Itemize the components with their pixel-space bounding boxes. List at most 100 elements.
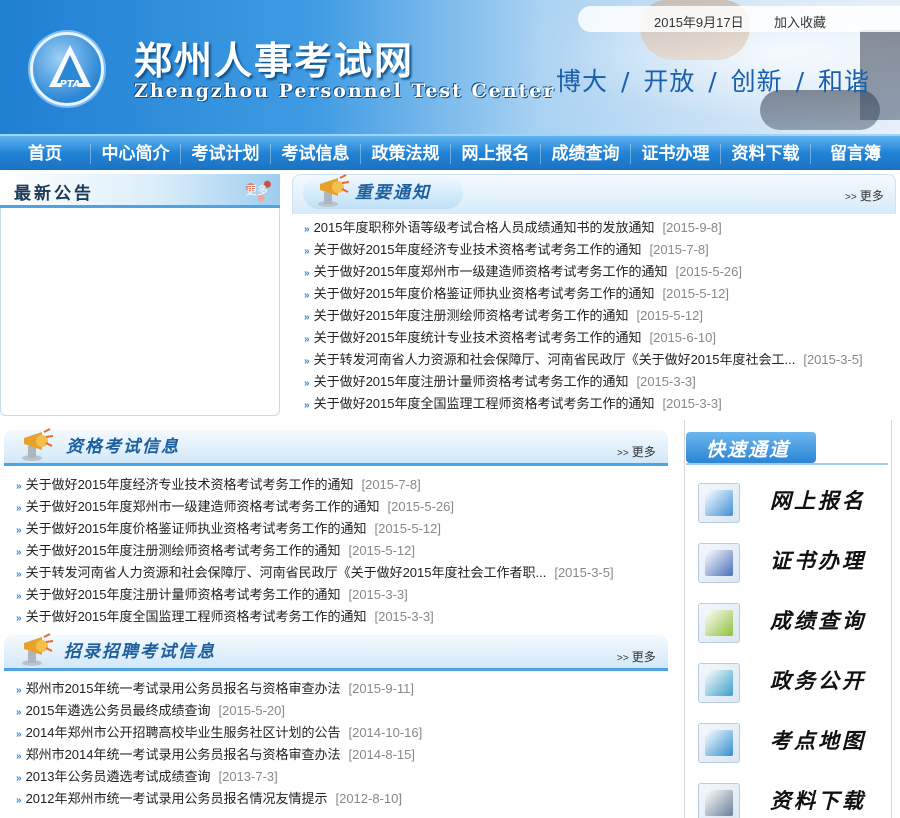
quick-channel-label: 政务公开: [770, 669, 866, 693]
quick-channel-title: 快速通道: [706, 440, 791, 461]
news-link[interactable]: 关于转发河南省人力资源和社会保障厅、河南省民政厅《关于做好2015年度社会工..…: [314, 352, 796, 367]
news-link[interactable]: 2015年遴选公务员最终成绩查询: [26, 703, 211, 718]
list-item: » 郑州市2015年统一考试录用公务员报名与资格审查办法 [2015-9-11]: [16, 678, 422, 700]
news-date: [2014-8-15]: [348, 747, 415, 762]
quick-channel-item[interactable]: 政务公开: [698, 661, 884, 705]
recruitment-more-link[interactable]: >> 更多: [617, 648, 656, 665]
double-chevron-icon: »: [16, 613, 22, 624]
list-item: » 2015年度职称外语等级考试合格人员成绩通知书的发放通知 [2015-9-8]: [304, 217, 863, 239]
nav-item[interactable]: 资料下载: [721, 136, 810, 172]
list-item: » 关于做好2015年度注册计量师资格考试考务工作的通知 [2015-3-3]: [16, 584, 614, 606]
double-chevron-icon: »: [16, 773, 22, 784]
notice-more-link[interactable]: >> 更多: [845, 187, 884, 204]
news-link[interactable]: 关于做好2015年度注册测绘师资格考试考务工作的通知: [26, 543, 341, 558]
double-chevron-icon: »: [304, 356, 310, 367]
news-link[interactable]: 关于做好2015年度全国监理工程师资格考试考务工作的通知: [26, 609, 367, 624]
list-item: » 关于做好2015年度注册测绘师资格考试考务工作的通知 [2015-5-12]: [304, 305, 863, 327]
announcement-title: 最新公告: [14, 184, 94, 203]
news-link[interactable]: 关于做好2015年度经济专业技术资格考试考务工作的通知: [314, 242, 642, 257]
quick-channel-label: 成绩查询: [770, 609, 866, 633]
news-link[interactable]: 关于做好2015年度注册计量师资格考试考务工作的通知: [26, 587, 341, 602]
news-date: [2015-3-5]: [554, 565, 614, 580]
notice-title: 重要通知: [355, 183, 431, 202]
double-chevron-icon: »: [16, 503, 22, 514]
news-date: [2012-8-10]: [335, 791, 402, 806]
news-link[interactable]: 2012年郑州市统一考试录用公务员报名情况友情提示: [26, 791, 328, 806]
double-chevron-icon: »: [304, 334, 310, 345]
quick-channel-item[interactable]: 资料下载: [698, 781, 884, 818]
quick-channel-item[interactable]: 成绩查询: [698, 601, 884, 645]
quick-channel-label: 资料下载: [770, 789, 866, 813]
quick-channel-item[interactable]: 证书办理: [698, 541, 884, 585]
list-item: » 关于做好2015年度注册测绘师资格考试考务工作的通知 [2015-5-12]: [16, 540, 614, 562]
nav-item[interactable]: 首页: [0, 136, 90, 172]
news-date: [2015-5-26]: [387, 499, 454, 514]
news-link[interactable]: 关于做好2015年度郑州市一级建造师资格考试考务工作的通知: [26, 499, 380, 514]
nav-item[interactable]: 中心简介: [91, 136, 180, 172]
download-icon: [698, 783, 740, 818]
list-item: » 关于做好2015年度全国监理工程师资格考试考务工作的通知 [2015-3-3]: [304, 393, 863, 415]
double-chevron-icon: »: [16, 729, 22, 740]
megaphone-icon: [22, 428, 54, 461]
quick-channel-item[interactable]: 考点地图: [698, 721, 884, 765]
quick-channel-label: 考点地图: [770, 729, 866, 753]
qualification-more-link[interactable]: >> 更多: [617, 443, 656, 460]
list-item: » 关于做好2015年度经济专业技术资格考试考务工作的通知 [2015-7-8]: [304, 239, 863, 261]
double-chevron-icon: »: [16, 525, 22, 536]
quick-channel-item[interactable]: 网上报名: [698, 481, 884, 525]
icon-graphic: [705, 670, 733, 696]
double-chevron-icon: »: [304, 290, 310, 301]
recruitment-title: 招录招聘考试信息: [64, 642, 216, 661]
news-date: [2015-5-12]: [662, 286, 729, 301]
list-item: » 关于转发河南省人力资源和社会保障厅、河南省民政厅《关于做好2015年度社会工作…: [16, 562, 614, 584]
news-date: [2015-9-11]: [348, 681, 415, 696]
registration-icon: [698, 483, 740, 523]
list-item: » 关于做好2015年度价格鉴证师执业资格考试考务工作的通知 [2015-5-12]: [304, 283, 863, 305]
news-link[interactable]: 关于做好2015年度全国监理工程师资格考试考务工作的通知: [314, 396, 655, 411]
news-date: [2015-3-3]: [662, 396, 722, 411]
announcement-more-link[interactable]: 更多: [246, 182, 268, 198]
add-bookmark-link[interactable]: 加入收藏: [774, 12, 826, 31]
list-item: » 关于做好2015年度郑州市一级建造师资格考试考务工作的通知 [2015-5-26…: [304, 261, 863, 283]
site-subtitle: Zhengzhou Personnel Test Center: [134, 80, 556, 102]
news-link[interactable]: 2013年公务员遴选考试成绩查询: [26, 769, 211, 784]
nav-item[interactable]: 证书办理: [631, 136, 720, 172]
list-item: » 关于做好2015年度价格鉴证师执业资格考试考务工作的通知 [2015-5-12]: [16, 518, 614, 540]
government-icon: [698, 663, 740, 703]
double-chevron-icon: »: [16, 547, 22, 558]
news-link[interactable]: 关于转发河南省人力资源和社会保障厅、河南省民政厅《关于做好2015年度社会工作者…: [26, 565, 547, 580]
quick-channel-label: 证书办理: [770, 549, 866, 573]
qualification-list: » 关于做好2015年度经济专业技术资格考试考务工作的通知 [2015-7-8] » 关…: [16, 474, 614, 628]
list-item: » 关于做好2015年度注册计量师资格考试考务工作的通知 [2015-3-3]: [304, 371, 863, 393]
current-date: 2015年9月17日: [654, 15, 744, 30]
nav-item[interactable]: 考试信息: [271, 136, 360, 172]
news-link[interactable]: 关于做好2015年度注册计量师资格考试考务工作的通知: [314, 374, 629, 389]
news-link[interactable]: 关于做好2015年度价格鉴证师执业资格考试考务工作的通知: [26, 521, 367, 536]
icon-graphic: [705, 550, 733, 576]
nav-item[interactable]: 政策法规: [361, 136, 450, 172]
nav-item[interactable]: 成绩查询: [541, 136, 630, 172]
nav-item[interactable]: 考试计划: [181, 136, 270, 172]
news-link[interactable]: 关于做好2015年度统计专业技术资格考试考务工作的通知: [314, 330, 642, 345]
news-link[interactable]: 2015年度职称外语等级考试合格人员成绩通知书的发放通知: [314, 220, 655, 235]
news-link[interactable]: 关于做好2015年度注册测绘师资格考试考务工作的通知: [314, 308, 629, 323]
news-date: [2015-5-20]: [218, 703, 285, 718]
double-chevron-icon: »: [16, 751, 22, 762]
site-logo[interactable]: PTA: [30, 32, 104, 106]
news-date: [2015-7-8]: [649, 242, 709, 257]
recruitment-list: » 郑州市2015年统一考试录用公务员报名与资格审查办法 [2015-9-11] » 2…: [16, 678, 422, 810]
news-link[interactable]: 郑州市2015年统一考试录用公务员报名与资格审查办法: [26, 681, 341, 696]
nav-item[interactable]: 网上报名: [451, 136, 540, 172]
news-link[interactable]: 郑州市2014年统一考试录用公务员报名与资格审查办法: [26, 747, 341, 762]
news-link[interactable]: 关于做好2015年度价格鉴证师执业资格考试考务工作的通知: [314, 286, 655, 301]
list-item: » 2014年郑州市公开招聘高校毕业生服务社区计划的公告 [2014-10-16]: [16, 722, 422, 744]
nav-item[interactable]: 留言簿: [811, 136, 900, 172]
icon-graphic: [705, 490, 733, 516]
double-chevron-icon: »: [304, 224, 310, 235]
news-date: [2015-5-26]: [675, 264, 742, 279]
news-link[interactable]: 关于做好2015年度经济专业技术资格考试考务工作的通知: [26, 477, 354, 492]
list-item: » 关于做好2015年度经济专业技术资格考试考务工作的通知 [2015-7-8]: [16, 474, 614, 496]
news-link[interactable]: 2014年郑州市公开招聘高校毕业生服务社区计划的公告: [26, 725, 341, 740]
news-link[interactable]: 关于做好2015年度郑州市一级建造师资格考试考务工作的通知: [314, 264, 668, 279]
list-item: » 2012年郑州市统一考试录用公务员报名情况友情提示 [2012-8-10]: [16, 788, 422, 810]
